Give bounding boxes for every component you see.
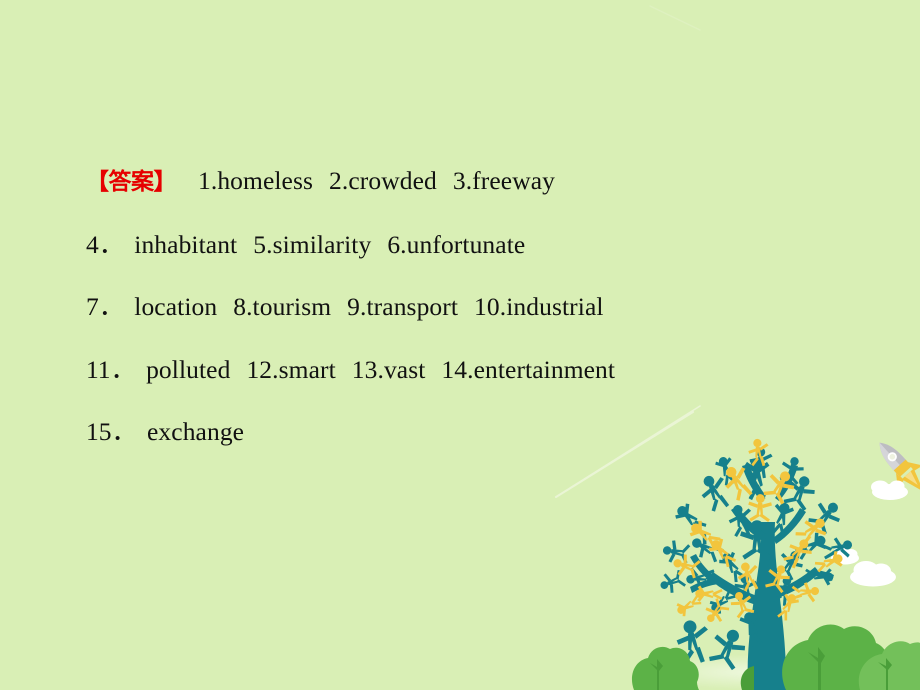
cloud <box>850 561 896 587</box>
answer-item: 9.transport <box>347 292 459 321</box>
answer-item: exchange <box>147 417 245 446</box>
tree-canopy-figures-yellow <box>670 438 846 628</box>
answer-item: 14.entertainment <box>441 354 616 384</box>
answer-text-block: 【答案】 1.homeless 2.crowded 3.freeway 4． inhab… <box>86 150 846 464</box>
answer-item: 3.freeway <box>452 166 555 195</box>
people-tree <box>656 438 856 690</box>
answer-item: polluted <box>146 354 231 384</box>
bush <box>858 641 920 690</box>
answer-item: 1.homeless <box>198 166 314 195</box>
answer-line: 11． polluted 12.smart 13.vast 14.entertainme… <box>86 339 846 402</box>
answer-item: inhabitant <box>134 229 238 259</box>
answer-label-text: 【答案】 <box>86 169 177 195</box>
answer-item-number: 7． <box>86 292 125 321</box>
answer-line: 15． exchange <box>86 401 846 464</box>
answer-item: location <box>134 292 218 321</box>
answer-line: 7． location 8.tourism 9.transport 10.industr… <box>86 276 846 339</box>
answer-item: 8.tourism <box>233 292 332 321</box>
answer-item: 6.unfortunate <box>387 229 526 259</box>
slide-canvas: 【答案】 1.homeless 2.crowded 3.freeway 4． inhab… <box>0 0 920 690</box>
answer-item: 12.smart <box>246 354 336 384</box>
bush <box>631 646 699 690</box>
answer-line: 4． inhabitant 5.similarity 6.unfortunate <box>86 214 846 277</box>
bush <box>782 624 890 690</box>
answer-item: 5.similarity <box>253 229 372 259</box>
answer-item: 10.industrial <box>474 292 604 321</box>
answer-item: 13.vast <box>351 354 426 384</box>
answer-item-number: 15． <box>86 417 138 446</box>
contrail-streak <box>649 5 701 31</box>
answer-item-number: 11． <box>86 354 137 384</box>
bush <box>740 666 754 690</box>
cloud <box>831 547 859 565</box>
ground-glow <box>635 654 875 690</box>
cloud <box>871 480 908 500</box>
answer-line: 【答案】 1.homeless 2.crowded 3.freeway <box>86 150 846 214</box>
bush-row <box>631 624 920 690</box>
answer-item-number: 4． <box>86 229 125 259</box>
tree-canopy-figures-teal <box>656 446 856 672</box>
rocket <box>879 442 920 492</box>
tree-trunk <box>690 464 834 690</box>
answer-item: 2.crowded <box>329 166 437 195</box>
